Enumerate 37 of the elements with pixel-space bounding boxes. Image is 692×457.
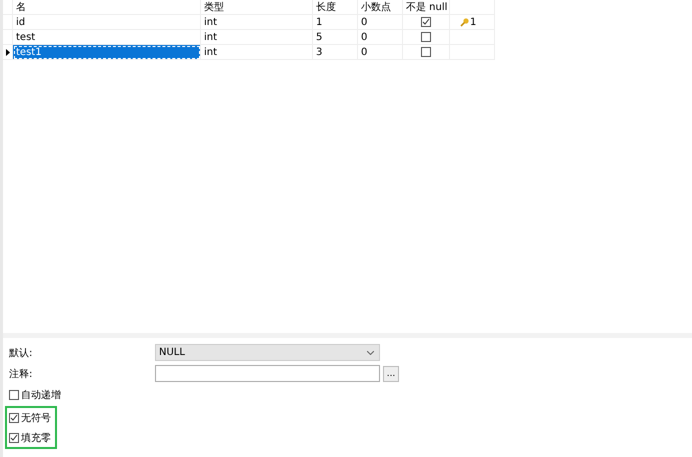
table-cell[interactable]: 0 (358, 30, 403, 45)
table-cell[interactable]: 1 (450, 15, 495, 30)
table-cell[interactable]: 0 (358, 15, 403, 30)
column-header[interactable]: 类型 (201, 0, 313, 15)
table-cell[interactable]: 0 (358, 45, 403, 60)
table-cell[interactable]: int (201, 45, 313, 60)
column-header[interactable]: 小数点 (358, 0, 403, 15)
key-order: 1 (470, 16, 476, 29)
table-cell[interactable] (403, 45, 450, 60)
column-header[interactable]: 不是 null (403, 0, 450, 15)
table-cell[interactable]: int (201, 30, 313, 45)
column-header[interactable]: 名 (13, 0, 201, 15)
field-label: 默认: (8, 346, 34, 360)
option-label: 无符号 (21, 412, 51, 424)
table-cell[interactable]: 1 (313, 15, 358, 30)
default-dropdown[interactable]: NULL (155, 344, 380, 361)
option-label: 填充零 (21, 432, 51, 444)
checkbox[interactable] (421, 32, 431, 42)
checkbox[interactable] (421, 17, 431, 27)
checkbox[interactable] (9, 412, 19, 422)
table-cell[interactable] (403, 15, 450, 30)
table-cell[interactable]: 3 (313, 45, 358, 60)
option-label: 自动递增 (21, 388, 61, 402)
key-icon (460, 18, 469, 26)
field-label: 注释: (8, 368, 34, 380)
chevron-down-icon (367, 350, 374, 354)
column-header[interactable]: 长度 (313, 0, 358, 15)
checkbox[interactable] (9, 432, 19, 442)
browse-button[interactable]: ... (383, 366, 399, 382)
table-cell[interactable] (403, 30, 450, 45)
table-cell[interactable]: test1 (13, 45, 201, 60)
table-cell[interactable]: id (13, 15, 201, 30)
checkbox[interactable] (9, 390, 19, 400)
table-cell[interactable]: int (201, 15, 313, 30)
checkbox[interactable] (421, 47, 431, 57)
comment-field[interactable] (155, 365, 380, 382)
table-cell[interactable]: 5 (313, 30, 358, 45)
